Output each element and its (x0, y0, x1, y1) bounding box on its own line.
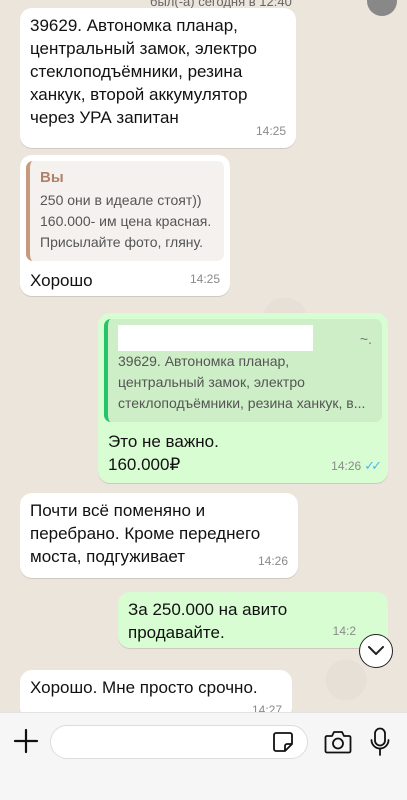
message-time: 14:25 (189, 272, 220, 286)
message-incoming[interactable]: 39629. Автономка планар, центральный зам… (20, 8, 296, 148)
message-text: Почти всё поменяно и перебрано. Кроме пе… (30, 501, 261, 566)
quoted-sender: Вы (40, 169, 64, 186)
composer-bar (0, 712, 407, 800)
quoted-text: 39629. Автономка планар, центральный зам… (118, 353, 366, 411)
quoted-message[interactable]: Вы 250 они в идеале стоят)) 160.000- им … (26, 161, 224, 261)
camera-icon[interactable] (324, 729, 352, 755)
message-time: 14:26 (331, 459, 362, 473)
message-input[interactable] (50, 725, 308, 759)
message-time-wrap: 14:26 ✓✓ (331, 454, 382, 478)
quoted-text: 250 они в идеале стоят)) 160.000- им цен… (40, 192, 212, 250)
redacted-sender (118, 325, 313, 351)
message-time: 14:26 (257, 554, 288, 568)
message-text: 39629. Автономка планар, центральный зам… (30, 16, 257, 127)
message-text: Хорошо. Мне просто срочно. (30, 678, 258, 697)
scroll-to-bottom-button[interactable] (359, 634, 393, 668)
quoted-message[interactable]: ~. 39629. Автономка планар, центральный … (104, 319, 382, 422)
message-incoming[interactable]: Почти всё поменяно и перебрано. Кроме пе… (20, 493, 298, 578)
message-time: 14:2 (332, 624, 356, 638)
message-outgoing-reply[interactable]: ~. 39629. Автономка планар, центральный … (98, 313, 388, 483)
chevron-down-icon (368, 646, 384, 655)
plus-icon[interactable] (12, 727, 40, 755)
double-check-icon: ✓✓ (364, 458, 382, 473)
microphone-icon[interactable] (370, 727, 390, 757)
message-incoming-reply[interactable]: Вы 250 они в идеале стоят)) 160.000- им … (20, 155, 230, 296)
quoted-suffix: ~. (359, 331, 372, 347)
sticker-icon[interactable] (272, 731, 294, 753)
message-outgoing[interactable]: За 250.000 на авито продавайте. 14:2 (118, 592, 388, 648)
message-time: 14:25 (255, 124, 286, 138)
